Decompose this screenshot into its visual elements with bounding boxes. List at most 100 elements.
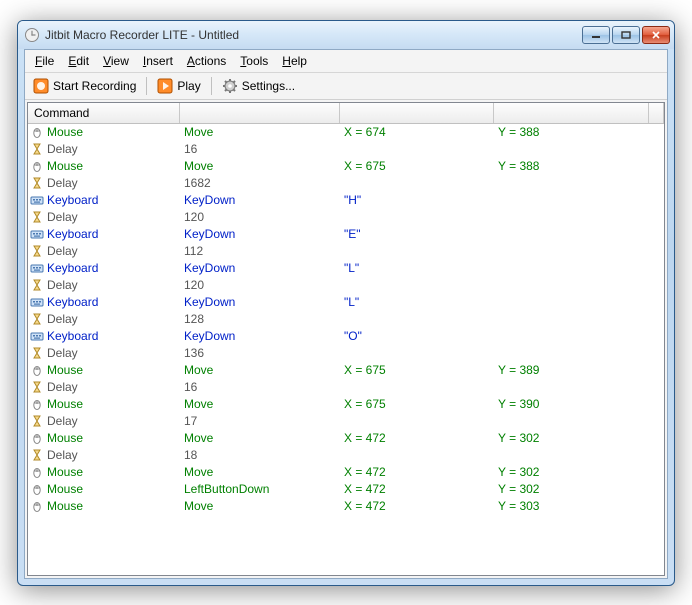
mouse-icon bbox=[30, 159, 44, 173]
table-row[interactable]: Mouse MoveX = 674Y = 388 bbox=[28, 124, 664, 141]
cell-param1: X = 472 bbox=[340, 431, 494, 445]
cell-command: Delay bbox=[47, 244, 78, 258]
settings-button[interactable]: Settings... bbox=[218, 76, 299, 96]
delay-icon bbox=[30, 278, 44, 292]
cell-command: Delay bbox=[47, 448, 78, 462]
cell-command: Mouse bbox=[47, 482, 83, 496]
toolbar: Start Recording Play Settings... bbox=[25, 73, 667, 100]
cell-param1: X = 674 bbox=[340, 125, 494, 139]
cell-param1: "L" bbox=[340, 295, 494, 309]
table-row[interactable]: MouseMoveX = 472Y = 302 bbox=[28, 430, 664, 447]
record-button[interactable]: Start Recording bbox=[29, 76, 140, 96]
cell-param2: Y = 389 bbox=[494, 363, 649, 377]
cell-action: 136 bbox=[180, 346, 340, 360]
table-row[interactable]: KeyboardKeyDown"L" bbox=[28, 294, 664, 311]
cell-command: Delay bbox=[47, 414, 78, 428]
record-label: Start Recording bbox=[53, 79, 136, 93]
cell-command: Mouse bbox=[47, 431, 83, 445]
keyboard-icon bbox=[30, 193, 44, 207]
menu-edit[interactable]: Edit bbox=[62, 52, 95, 70]
table-row[interactable]: MouseMoveX = 472Y = 303 bbox=[28, 498, 664, 515]
cell-param2: Y = 302 bbox=[494, 465, 649, 479]
delay-icon bbox=[30, 176, 44, 190]
table-row[interactable]: Delay1682 bbox=[28, 175, 664, 192]
mouse-icon bbox=[30, 431, 44, 445]
table-row[interactable]: Delay120 bbox=[28, 277, 664, 294]
table-row[interactable]: KeyboardKeyDown"O" bbox=[28, 328, 664, 345]
maximize-button[interactable] bbox=[612, 26, 640, 44]
minimize-button[interactable] bbox=[582, 26, 610, 44]
play-label: Play bbox=[177, 79, 200, 93]
cell-command: Mouse bbox=[47, 397, 83, 411]
table-row[interactable]: MouseMoveX = 675Y = 388 bbox=[28, 158, 664, 175]
cell-action: 1682 bbox=[180, 176, 340, 190]
table-header: Command bbox=[28, 103, 664, 124]
cell-param2: Y = 388 bbox=[494, 125, 649, 139]
column-header-1[interactable] bbox=[180, 103, 340, 123]
cell-command: Mouse bbox=[47, 499, 83, 513]
window-title: Jitbit Macro Recorder LITE - Untitled bbox=[45, 28, 582, 42]
mouse-icon bbox=[30, 363, 44, 377]
table-row[interactable]: Delay128 bbox=[28, 311, 664, 328]
menu-actions[interactable]: Actions bbox=[181, 52, 232, 70]
table-row[interactable]: Delay18 bbox=[28, 447, 664, 464]
table-row[interactable]: MouseMoveX = 675Y = 389 bbox=[28, 362, 664, 379]
command-list[interactable]: Command MouseMoveX = 674Y = 388Delay16Mo… bbox=[27, 102, 665, 576]
mouse-icon bbox=[30, 465, 44, 479]
cell-param1: X = 472 bbox=[340, 482, 494, 496]
keyboard-icon bbox=[30, 329, 44, 343]
client-area: File Edit View Insert Actions Tools Help… bbox=[24, 49, 668, 579]
table-row[interactable]: KeyboardKeyDown"H" bbox=[28, 192, 664, 209]
menu-insert[interactable]: Insert bbox=[137, 52, 179, 70]
table-row[interactable]: MouseMoveX = 675Y = 390 bbox=[28, 396, 664, 413]
table-row[interactable]: Delay136 bbox=[28, 345, 664, 362]
table-row[interactable]: Delay112 bbox=[28, 243, 664, 260]
menu-tools[interactable]: Tools bbox=[234, 52, 274, 70]
column-header-3[interactable] bbox=[494, 103, 649, 123]
column-header-2[interactable] bbox=[340, 103, 494, 123]
menubar: File Edit View Insert Actions Tools Help bbox=[25, 50, 667, 73]
cell-action: KeyDown bbox=[180, 329, 340, 343]
cell-action: Move bbox=[180, 125, 340, 139]
cell-command: Delay bbox=[47, 380, 78, 394]
table-row[interactable]: MouseMoveX = 472Y = 302 bbox=[28, 464, 664, 481]
table-row[interactable]: Delay 17 bbox=[28, 413, 664, 430]
table-row[interactable]: KeyboardKeyDown"E" bbox=[28, 226, 664, 243]
menu-file[interactable]: File bbox=[29, 52, 60, 70]
cell-command: Mouse bbox=[47, 125, 83, 139]
toolbar-separator bbox=[146, 77, 147, 95]
cell-action: KeyDown bbox=[180, 193, 340, 207]
keyboard-icon bbox=[30, 261, 44, 275]
cell-param2: Y = 390 bbox=[494, 397, 649, 411]
mouse-icon bbox=[30, 499, 44, 513]
table-row[interactable]: Delay120 bbox=[28, 209, 664, 226]
app-icon bbox=[24, 27, 40, 43]
cell-action: 17 bbox=[180, 414, 340, 428]
cell-command: Keyboard bbox=[47, 193, 98, 207]
cell-command: Keyboard bbox=[47, 227, 98, 241]
settings-label: Settings... bbox=[242, 79, 295, 93]
table-row[interactable]: Delay16 bbox=[28, 379, 664, 396]
column-header-command[interactable]: Command bbox=[28, 103, 180, 123]
table-row[interactable]: MouseLeftButtonDownX = 472Y = 302 bbox=[28, 481, 664, 498]
menu-help[interactable]: Help bbox=[276, 52, 313, 70]
cell-param1: X = 472 bbox=[340, 499, 494, 513]
cell-command: Mouse bbox=[47, 363, 83, 377]
cell-param1: X = 675 bbox=[340, 363, 494, 377]
delay-icon bbox=[30, 142, 44, 156]
toolbar-separator bbox=[211, 77, 212, 95]
close-button[interactable] bbox=[642, 26, 670, 44]
menu-view[interactable]: View bbox=[97, 52, 135, 70]
cell-param1: X = 675 bbox=[340, 397, 494, 411]
titlebar[interactable]: Jitbit Macro Recorder LITE - Untitled bbox=[18, 21, 674, 49]
record-icon bbox=[33, 78, 49, 94]
delay-icon bbox=[30, 448, 44, 462]
cell-command: Keyboard bbox=[47, 261, 98, 275]
column-header-4[interactable] bbox=[649, 103, 664, 123]
play-button[interactable]: Play bbox=[153, 76, 204, 96]
mouse-icon bbox=[30, 482, 44, 496]
table-row[interactable]: KeyboardKeyDown"L" bbox=[28, 260, 664, 277]
cell-param1: X = 472 bbox=[340, 465, 494, 479]
app-window: Jitbit Macro Recorder LITE - Untitled Fi… bbox=[17, 20, 675, 586]
table-row[interactable]: Delay16 bbox=[28, 141, 664, 158]
